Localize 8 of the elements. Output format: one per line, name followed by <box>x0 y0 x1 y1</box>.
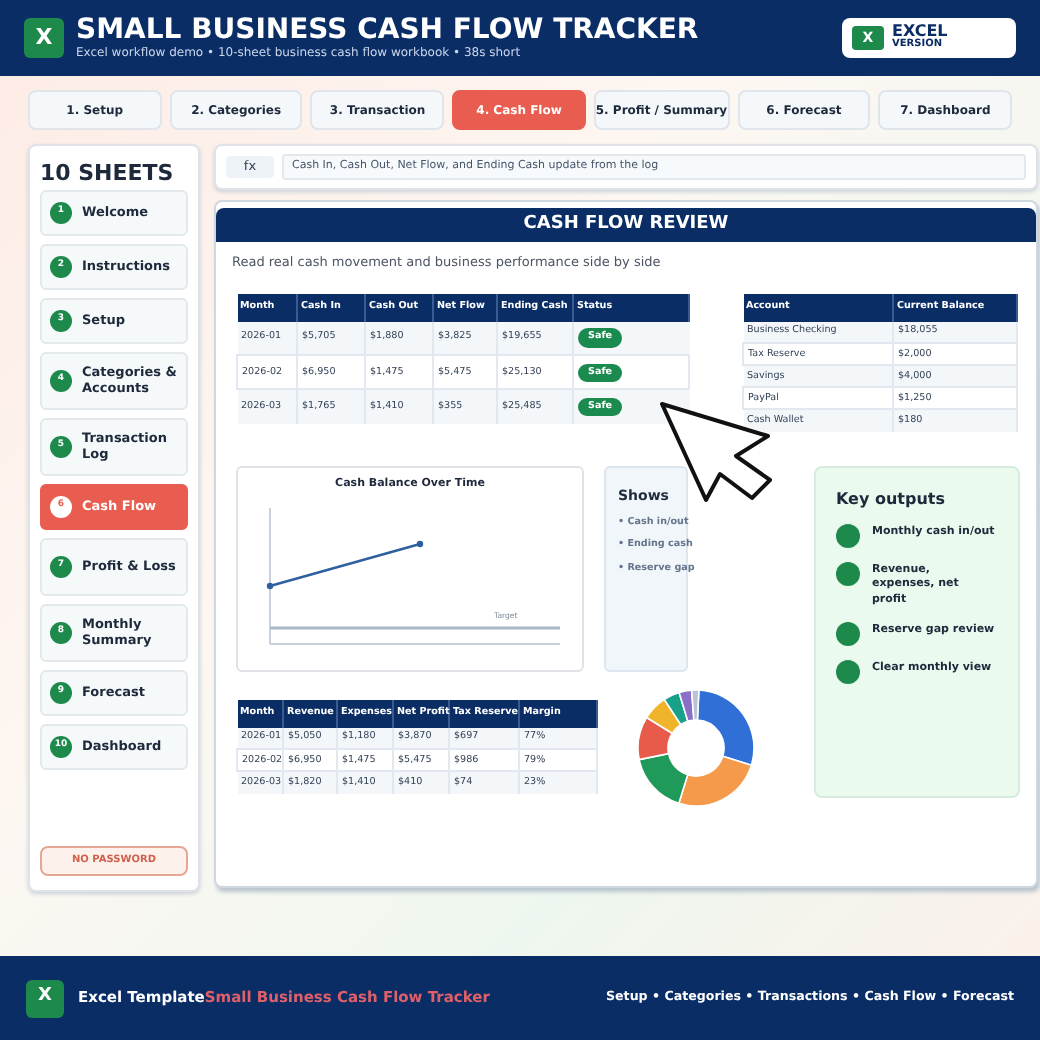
excel-logo: X <box>24 18 64 58</box>
sidebar-title: 10 SHEETS <box>40 160 176 186</box>
badge-text: EXCEL <box>892 24 948 38</box>
donut-chart <box>636 687 756 808</box>
excel-logo: X <box>26 979 64 1017</box>
review-title: CASH FLOW REVIEW <box>216 208 1036 242</box>
key-outputs-title: Key outputs <box>836 487 948 512</box>
app-title: SMALL BUSINESS CASH FLOW TRACKER <box>76 14 699 46</box>
